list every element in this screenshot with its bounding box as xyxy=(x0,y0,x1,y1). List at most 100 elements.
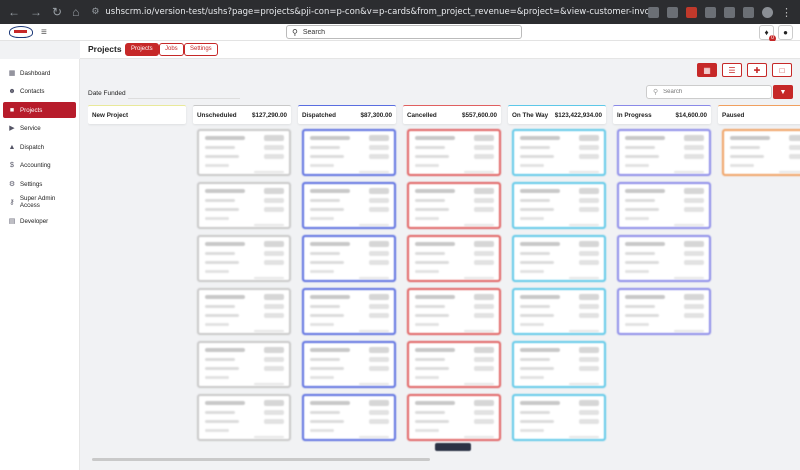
sidebar-item-projects[interactable]: ■ Projects xyxy=(3,102,76,118)
project-card[interactable] xyxy=(512,341,606,388)
export-button[interactable]: □ xyxy=(772,63,792,77)
pagination-control[interactable] xyxy=(435,443,471,451)
user-menu-button[interactable]: ● xyxy=(778,25,793,40)
project-card[interactable] xyxy=(617,182,711,229)
column-header[interactable]: In Progress $14,600.00 xyxy=(613,105,711,124)
tab-settings[interactable]: Settings xyxy=(184,43,218,56)
menu-dots-icon[interactable]: ⋮ xyxy=(781,6,792,19)
project-card[interactable] xyxy=(407,288,501,335)
site-info-icon[interactable]: ⚙ xyxy=(91,7,99,17)
column-header[interactable]: Cancelled $557,600.00 xyxy=(403,105,501,124)
sidebar-item-developer[interactable]: ▤ Developer xyxy=(3,213,76,229)
column-title: Paused xyxy=(722,111,745,119)
sidebar-item-dashboard[interactable]: ▦ Dashboard xyxy=(3,65,76,81)
project-card[interactable] xyxy=(197,235,291,282)
project-card[interactable] xyxy=(197,129,291,176)
board-column: Dispatched $87,300.00 xyxy=(298,105,396,445)
card-placeholder-line xyxy=(625,314,659,317)
date-range-picker[interactable] xyxy=(128,89,240,99)
project-card[interactable] xyxy=(302,288,396,335)
project-card[interactable] xyxy=(407,235,501,282)
cast-icon[interactable] xyxy=(648,6,659,18)
sidebar-item-accounting[interactable]: $ Accounting xyxy=(3,157,76,173)
sidebar-item-settings[interactable]: ⚙ Settings xyxy=(3,176,76,192)
card-placeholder-line xyxy=(415,323,439,326)
add-project-button[interactable]: ✚ xyxy=(747,63,767,77)
project-card[interactable] xyxy=(302,129,396,176)
forward-icon[interactable]: → xyxy=(30,5,42,19)
shield-icon[interactable] xyxy=(705,6,716,18)
project-search-input[interactable] xyxy=(663,89,764,95)
card-placeholder-line xyxy=(310,270,334,273)
sidebar-item-dispatch[interactable]: ▲ Dispatch xyxy=(3,139,76,155)
sidebar-item-service[interactable]: ▶ Service xyxy=(3,120,76,136)
sidebar-item-contacts[interactable]: ☻ Contacts xyxy=(3,83,76,99)
card-placeholder-line xyxy=(474,251,494,256)
project-card[interactable] xyxy=(617,235,711,282)
notifications-button[interactable]: ♦ 0 xyxy=(759,25,776,42)
project-card[interactable] xyxy=(512,288,606,335)
project-card[interactable] xyxy=(197,394,291,441)
project-card[interactable] xyxy=(197,341,291,388)
card-placeholder-line xyxy=(205,261,239,264)
column-header[interactable]: On The Way $123,422,934.00 xyxy=(508,105,606,124)
card-placeholder-line xyxy=(205,429,229,432)
project-card[interactable] xyxy=(302,235,396,282)
project-card[interactable] xyxy=(512,182,606,229)
card-placeholder-line xyxy=(264,135,284,141)
global-search-input[interactable] xyxy=(302,28,503,36)
project-card[interactable] xyxy=(197,182,291,229)
star-icon[interactable] xyxy=(667,6,678,18)
card-view-button[interactable]: ▦ xyxy=(697,63,717,77)
card-placeholder-line xyxy=(674,171,704,173)
home-icon[interactable]: ⌂ xyxy=(72,5,79,19)
extension-icon[interactable] xyxy=(686,6,697,18)
sidepanel-icon[interactable] xyxy=(743,6,754,18)
project-card[interactable] xyxy=(617,288,711,335)
filter-button[interactable]: ▼ xyxy=(773,85,793,99)
address-bar[interactable]: ⚙ ushscrm.io/version-test/ushs?page=proj… xyxy=(91,7,648,17)
sidebar-item-super-admin[interactable]: ⚷ Super Admin Access xyxy=(3,194,76,210)
column-header[interactable]: New Project xyxy=(88,105,186,124)
card-placeholder-line xyxy=(474,198,494,203)
project-card[interactable] xyxy=(407,182,501,229)
card-placeholder-line xyxy=(264,188,284,194)
card-placeholder-line xyxy=(254,171,284,173)
column-header[interactable]: Dispatched $87,300.00 xyxy=(298,105,396,124)
tab-projects[interactable]: Projects xyxy=(125,43,159,56)
project-card[interactable] xyxy=(407,341,501,388)
card-placeholder-line xyxy=(684,207,704,212)
list-view-button[interactable]: ☰ xyxy=(722,63,742,77)
project-card[interactable] xyxy=(302,341,396,388)
project-card[interactable] xyxy=(512,129,606,176)
reload-icon[interactable]: ↻ xyxy=(52,5,62,19)
profile-avatar[interactable] xyxy=(762,6,773,18)
card-placeholder-line xyxy=(310,252,340,255)
horizontal-scrollbar[interactable] xyxy=(92,458,430,461)
column-header[interactable]: Unscheduled $127,290.00 xyxy=(193,105,291,124)
sidebar-toggle-icon[interactable]: ≡ xyxy=(41,27,47,38)
card-placeholder-line xyxy=(369,188,389,194)
card-placeholder-line xyxy=(369,419,389,424)
project-card[interactable] xyxy=(407,394,501,441)
project-card[interactable] xyxy=(617,129,711,176)
back-icon[interactable]: ← xyxy=(8,5,20,19)
project-card[interactable] xyxy=(722,129,800,176)
column-header[interactable]: Paused xyxy=(718,105,800,124)
project-card[interactable] xyxy=(407,129,501,176)
project-card[interactable] xyxy=(302,394,396,441)
card-placeholder-line xyxy=(310,189,350,193)
tab-jobs[interactable]: Jobs xyxy=(159,43,184,56)
key-icon: ⚷ xyxy=(9,199,15,206)
project-card[interactable] xyxy=(302,182,396,229)
column-total: $123,422,934.00 xyxy=(554,111,602,119)
project-card[interactable] xyxy=(512,235,606,282)
puzzle-icon[interactable] xyxy=(724,6,735,18)
card-placeholder-line xyxy=(520,411,550,414)
project-search[interactable]: ⚲ xyxy=(646,85,772,99)
project-card[interactable] xyxy=(197,288,291,335)
project-card[interactable] xyxy=(512,394,606,441)
global-search[interactable]: ⚲ xyxy=(286,25,522,39)
card-placeholder-line xyxy=(730,146,760,149)
company-logo[interactable] xyxy=(9,26,33,38)
